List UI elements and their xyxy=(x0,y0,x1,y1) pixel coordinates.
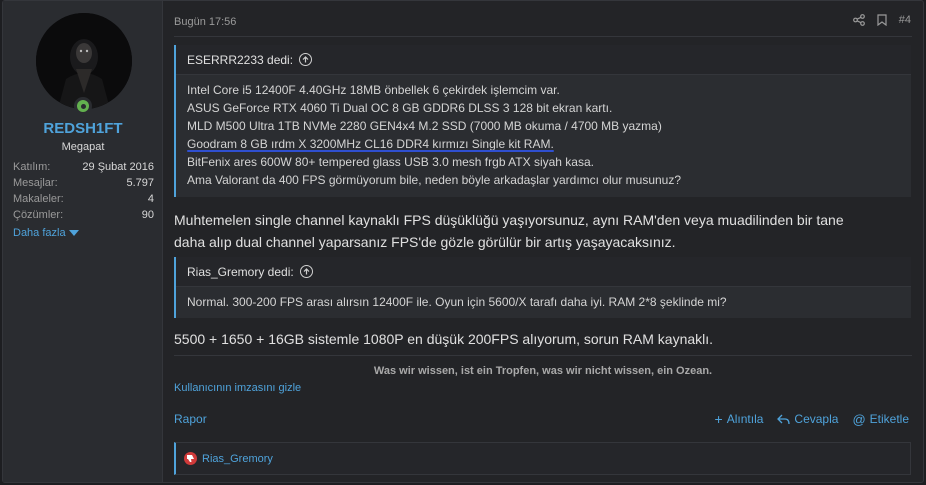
quote-line: MLD M500 Ultra 1TB NVMe 2280 GEN4x4 M.2 … xyxy=(187,119,662,133)
quote-author[interactable]: ESERRR2233 dedi: xyxy=(187,53,293,67)
post-date[interactable]: Bugün 17:56 xyxy=(174,16,236,28)
post-actions: + Alıntıla Cevapla @ Etiketle xyxy=(715,411,909,427)
online-status-icon xyxy=(74,97,92,115)
plus-icon: + xyxy=(714,411,723,427)
arrow-up-icon[interactable] xyxy=(299,53,313,66)
post-number[interactable]: #4 xyxy=(899,14,911,26)
quote-button[interactable]: + Alıntıla xyxy=(715,411,764,427)
reactions-bar[interactable]: Rias_Gremory xyxy=(174,442,911,475)
tag-button[interactable]: @ Etiketle xyxy=(852,411,909,427)
quote-line: ASUS GeForce RTX 4060 Ti Dual OC 8 GB GD… xyxy=(187,101,613,115)
divider xyxy=(174,36,912,37)
reply-line: daha alıp dual channel yaparsanız FPS'de… xyxy=(174,234,676,250)
quote-body: Normal. 300-200 FPS arası alırsın 12400F… xyxy=(176,287,911,311)
avatar[interactable] xyxy=(36,13,132,109)
stat-label: Katılım: xyxy=(13,161,51,173)
stat-label: Çözümler: xyxy=(13,209,64,221)
quote-line: Ama Valorant da 400 FPS görmüyorum bile,… xyxy=(187,173,682,187)
reply-label: Cevapla xyxy=(794,412,839,426)
quote-line: Intel Core i5 12400F 4.40GHz 18MB önbell… xyxy=(187,83,560,97)
stat-messages: Mesajlar: 5.797 xyxy=(13,175,154,191)
stat-label: Mesajlar: xyxy=(13,177,58,189)
user-title: Megapat xyxy=(61,141,105,153)
quote-label: Alıntıla xyxy=(726,412,764,426)
arrow-up-icon[interactable] xyxy=(299,265,313,278)
quote-author[interactable]: Rias_Gremory dedi: xyxy=(187,265,294,279)
quote-block-2: Rias_Gremory dedi: Normal. 300-200 FPS a… xyxy=(174,257,911,318)
signature-divider xyxy=(174,355,912,356)
reply-button[interactable]: Cevapla xyxy=(777,411,838,427)
reply-icon xyxy=(777,414,791,424)
username[interactable]: REDSH1FT xyxy=(3,120,163,137)
report-link[interactable]: Rapor xyxy=(174,412,207,426)
stat-value: 4 xyxy=(147,193,154,205)
quote-block-1: ESERRR2233 dedi: Intel Core i5 12400F 4.… xyxy=(174,45,911,197)
chevron-down-icon xyxy=(68,230,79,236)
quote-body: Intel Core i5 12400F 4.40GHz 18MB önbell… xyxy=(176,75,911,189)
thumbs-down-icon xyxy=(184,452,197,465)
reply-text-2: 5500 + 1650 + 16GB sistemle 1080P en düş… xyxy=(174,331,714,347)
quote-line: BitFenix ares 600W 80+ tempered glass US… xyxy=(187,155,594,169)
stat-solutions: Çözümler: 90 xyxy=(13,207,154,223)
stat-value: 29 Şubat 2016 xyxy=(82,161,154,173)
share-icon[interactable] xyxy=(852,14,865,26)
tag-label: Etiketle xyxy=(869,412,909,426)
reply-line: Muhtemelen single channel kaynaklı FPS d… xyxy=(174,212,844,228)
stat-value: 5.797 xyxy=(126,177,154,189)
at-icon: @ xyxy=(852,411,866,427)
user-sidebar: REDSH1FT Megapat Katılım: 29 Şubat 2016 … xyxy=(3,1,163,482)
post-top-actions: #4 xyxy=(852,14,911,26)
stat-value: 90 xyxy=(141,209,154,221)
bookmark-icon[interactable] xyxy=(877,14,887,26)
reaction-user[interactable]: Rias_Gremory xyxy=(202,453,273,465)
more-label: Daha fazla xyxy=(13,227,66,239)
quote-line: Normal. 300-200 FPS arası alırsın 12400F… xyxy=(187,295,727,309)
quote-header[interactable]: ESERRR2233 dedi: xyxy=(176,45,911,75)
reply-text-1: Muhtemelen single channel kaynaklı FPS d… xyxy=(174,209,914,253)
forum-post: REDSH1FT Megapat Katılım: 29 Şubat 2016 … xyxy=(2,0,924,483)
quote-line-underlined: Goodram 8 GB ırdm X 3200MHz CL16 DDR4 kı… xyxy=(187,135,900,153)
more-info-toggle[interactable]: Daha fazla xyxy=(13,227,79,239)
post-main: Bugün 17:56 #4 ESERRR2233 dedi: Intel Co… xyxy=(163,1,923,482)
user-stats: Katılım: 29 Şubat 2016 Mesajlar: 5.797 M… xyxy=(13,159,154,223)
stat-label: Makaleler: xyxy=(13,193,64,205)
quote-header[interactable]: Rias_Gremory dedi: xyxy=(176,257,911,287)
hide-signature-link[interactable]: Kullanıcının imzasını gizle xyxy=(174,382,301,394)
stat-joined: Katılım: 29 Şubat 2016 xyxy=(13,159,154,175)
highlighted-text: Goodram 8 GB ırdm X 3200MHz CL16 DDR4 kı… xyxy=(187,137,554,151)
stat-articles: Makaleler: 4 xyxy=(13,191,154,207)
signature: Was wir wissen, ist ein Tropfen, was wir… xyxy=(373,365,713,377)
